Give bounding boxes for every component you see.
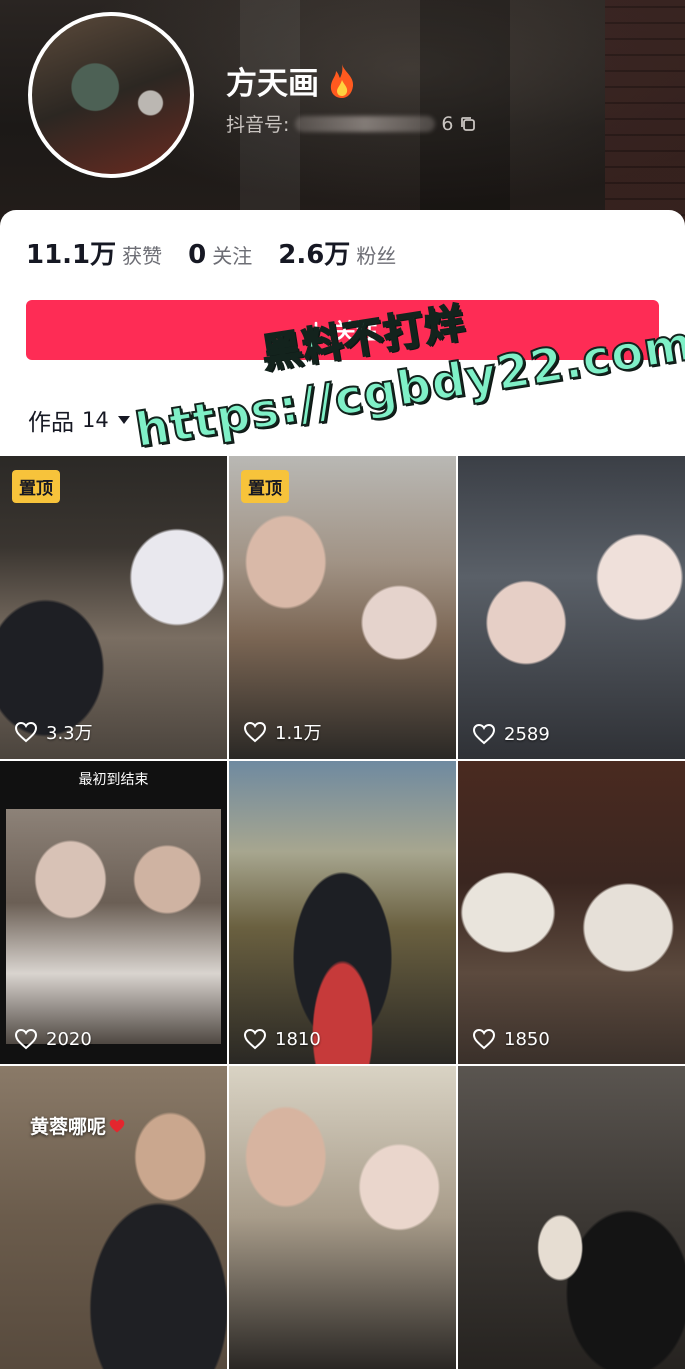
heart-icon bbox=[472, 723, 496, 745]
video-thumbnail bbox=[6, 809, 221, 1044]
video-tile-6[interactable]: 1850 bbox=[458, 761, 685, 1064]
heart-icon bbox=[472, 1028, 496, 1050]
video-caption: 最初到结束 bbox=[78, 772, 149, 788]
video-likes-count: 1850 bbox=[504, 1028, 550, 1050]
video-likes-count: 2589 bbox=[504, 723, 550, 745]
video-grid: 置顶 3.3万 置顶 1.1万 2589 最初到结束 2020 1810 185… bbox=[0, 456, 685, 1369]
heart-icon bbox=[14, 721, 38, 743]
heart-icon bbox=[243, 1028, 267, 1050]
likes-label: 获赞 bbox=[122, 244, 163, 268]
douyin-id-label: 抖音号: bbox=[226, 114, 290, 136]
likes-count: 11.1万 bbox=[26, 240, 117, 270]
caret-down-icon[interactable] bbox=[117, 415, 131, 425]
avatar[interactable] bbox=[28, 12, 194, 178]
fire-icon bbox=[330, 63, 354, 98]
works-count: 14 bbox=[82, 408, 109, 432]
douyin-id-redacted bbox=[295, 115, 436, 132]
copy-icon[interactable] bbox=[460, 116, 476, 132]
followers-count: 2.6万 bbox=[278, 240, 351, 270]
tab-works[interactable]: 作品 14 bbox=[28, 403, 131, 437]
pinned-badge: 置顶 bbox=[12, 470, 60, 503]
nickname-text: 方天画 bbox=[226, 66, 319, 102]
video-tile-5[interactable]: 1810 bbox=[229, 761, 456, 1064]
video-likes-count: 1.1万 bbox=[275, 723, 322, 744]
video-overlay-text-label: 黄蓉哪呢 bbox=[30, 1116, 107, 1138]
video-tile-7[interactable]: 黄蓉哪呢 bbox=[0, 1066, 227, 1369]
following-label: 关注 bbox=[212, 244, 253, 268]
video-tile-8[interactable] bbox=[229, 1066, 456, 1369]
heart-icon bbox=[243, 721, 267, 743]
video-likes-count: 2020 bbox=[46, 1028, 92, 1050]
nickname: 方天画 bbox=[226, 58, 357, 103]
video-likes-count: 1810 bbox=[275, 1028, 321, 1050]
douyin-id-suffix: 6 bbox=[441, 112, 454, 135]
video-thumbnail bbox=[229, 761, 456, 1064]
video-tile-9[interactable] bbox=[458, 1066, 685, 1369]
video-overlay-text: 黄蓉哪呢 bbox=[30, 1112, 126, 1139]
video-likes: 1850 bbox=[472, 1028, 550, 1050]
video-thumbnail bbox=[458, 456, 685, 759]
stat-following[interactable]: 0 关注 bbox=[188, 240, 252, 270]
works-tab-label: 作品 bbox=[28, 410, 74, 436]
video-thumbnail bbox=[229, 1066, 456, 1369]
stat-followers[interactable]: 2.6万 粉丝 bbox=[278, 234, 396, 271]
video-tile-4[interactable]: 最初到结束 2020 bbox=[0, 761, 227, 1064]
stats-row: 11.1万 获赞 0 关注 2.6万 粉丝 bbox=[26, 234, 396, 271]
video-tile-3[interactable]: 2589 bbox=[458, 456, 685, 759]
video-likes: 2589 bbox=[472, 723, 550, 745]
followers-label: 粉丝 bbox=[356, 244, 397, 268]
video-thumbnail bbox=[458, 1066, 685, 1369]
douyin-id: 抖音号: 6 bbox=[226, 110, 476, 137]
heart-icon bbox=[14, 1028, 38, 1050]
video-likes: 1.1万 bbox=[243, 719, 322, 745]
red-heart-icon bbox=[109, 1118, 125, 1133]
video-likes: 3.3万 bbox=[14, 719, 93, 745]
pinned-badge: 置顶 bbox=[241, 470, 289, 503]
video-tile-1[interactable]: 置顶 3.3万 bbox=[0, 456, 227, 759]
video-likes: 2020 bbox=[14, 1028, 92, 1050]
video-likes: 1810 bbox=[243, 1028, 321, 1050]
video-thumbnail bbox=[458, 761, 685, 1064]
stat-likes[interactable]: 11.1万 获赞 bbox=[26, 234, 162, 271]
video-tile-2[interactable]: 置顶 1.1万 bbox=[229, 456, 456, 759]
video-likes-count: 3.3万 bbox=[46, 723, 93, 744]
following-count: 0 bbox=[188, 240, 207, 270]
